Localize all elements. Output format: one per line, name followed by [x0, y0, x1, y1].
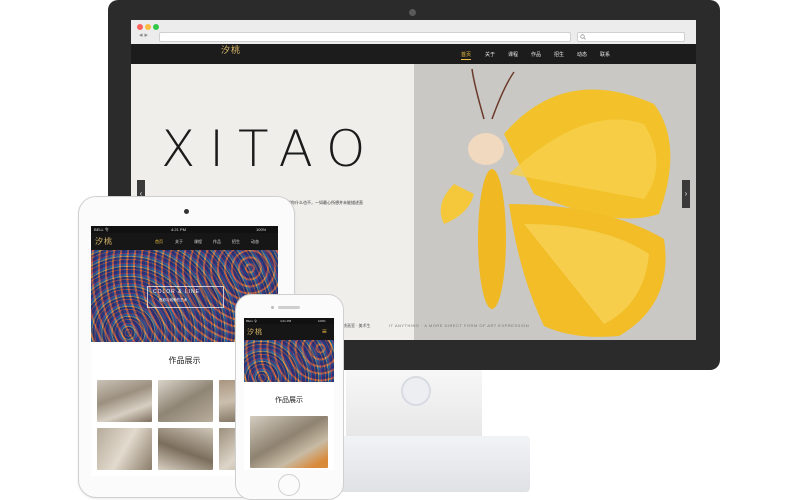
chevron-right-icon[interactable]: ›	[682, 180, 690, 208]
artwork-thumbnail[interactable]	[97, 428, 152, 470]
tablet-nav-admissions[interactable]: 招生	[232, 239, 240, 245]
tablet-nav-courses[interactable]: 课程	[194, 239, 202, 245]
phone-navbar: 汐桃 ≡	[244, 324, 334, 340]
minimize-dot-icon[interactable]	[145, 24, 151, 30]
hero-right-panel	[414, 64, 696, 340]
close-dot-icon[interactable]	[137, 24, 143, 30]
phone-logo[interactable]: 汐桃	[247, 328, 263, 337]
tablet-status-bar: BELL 令 4:21 PM 100%	[91, 226, 278, 233]
browser-search-field[interactable]	[577, 32, 685, 42]
phone-home-button[interactable]	[278, 474, 300, 496]
nav-item-news[interactable]: 动态	[577, 51, 587, 58]
artwork-thumbnail[interactable]	[158, 380, 213, 422]
nav-item-courses[interactable]: 课程	[508, 51, 518, 58]
artwork-thumbnail[interactable]	[250, 416, 328, 468]
apple-logo-icon	[401, 376, 431, 406]
phone-carrier-label: BELL 令	[246, 319, 258, 323]
address-bar[interactable]	[159, 32, 571, 42]
phone-camera	[271, 306, 274, 309]
nav-item-about[interactable]: 关于	[485, 51, 495, 58]
phone-battery-label: 100%	[318, 319, 326, 323]
tablet-nav-home[interactable]: 首页	[155, 239, 163, 245]
browser-chrome: ◂ ▸	[131, 20, 696, 45]
monitor-camera	[409, 9, 416, 16]
back-forward-icon[interactable]: ◂ ▸	[139, 32, 148, 40]
tablet-navbar: 汐桃 首页 关于 课程 作品 招生 动态	[91, 233, 278, 250]
butterfly-painting	[440, 68, 671, 337]
menu-icon[interactable]: ≡	[322, 327, 327, 336]
tablet-nav-news[interactable]: 动态	[251, 239, 259, 245]
phone-status-time: 4:21 PM	[280, 319, 292, 323]
site-navbar: 汐桃 首页 关于 课程 作品 招生 动态 联系	[131, 44, 696, 64]
tablet-banner-title: COLOR & LINE	[153, 289, 201, 295]
tablet-nav-works[interactable]: 作品	[213, 239, 221, 245]
site-logo[interactable]: 汐桃	[221, 47, 241, 56]
battery-label: 100%	[256, 227, 267, 232]
phone-section-title: 作品展示	[275, 397, 303, 404]
status-time: 4:21 PM	[171, 227, 186, 232]
nav-item-admissions[interactable]: 招生	[554, 51, 564, 58]
hero-caption-right: IT ANYTHING · A MORE DIRECT FORM OF ART …	[389, 323, 530, 328]
tablet-nav-about[interactable]: 关于	[175, 239, 183, 245]
phone-banner-overlay	[244, 340, 334, 382]
tablet-banner-subtitle: 色彩与线条的艺术	[159, 298, 187, 302]
phone-speaker	[278, 306, 300, 309]
tablet-logo[interactable]: 汐桃	[95, 237, 113, 246]
active-nav-underline	[461, 59, 471, 60]
nav-item-works[interactable]: 作品	[531, 51, 541, 58]
hero-headline: XITAO	[161, 120, 380, 178]
artwork-thumbnail[interactable]	[158, 428, 213, 470]
hero-tagline: 都说你什么也不，一如最心所想并未能描述直	[283, 200, 363, 205]
phone-screen: BELL 令 4:21 PM 100% 汐桃 ≡ 作品展示	[244, 318, 334, 470]
nav-item-contact[interactable]: 联系	[600, 51, 610, 58]
tablet-camera	[184, 209, 189, 214]
maximize-dot-icon[interactable]	[153, 24, 159, 30]
search-icon	[580, 34, 586, 40]
artwork-thumbnail[interactable]	[97, 380, 152, 422]
nav-item-home[interactable]: 首页	[461, 51, 471, 58]
